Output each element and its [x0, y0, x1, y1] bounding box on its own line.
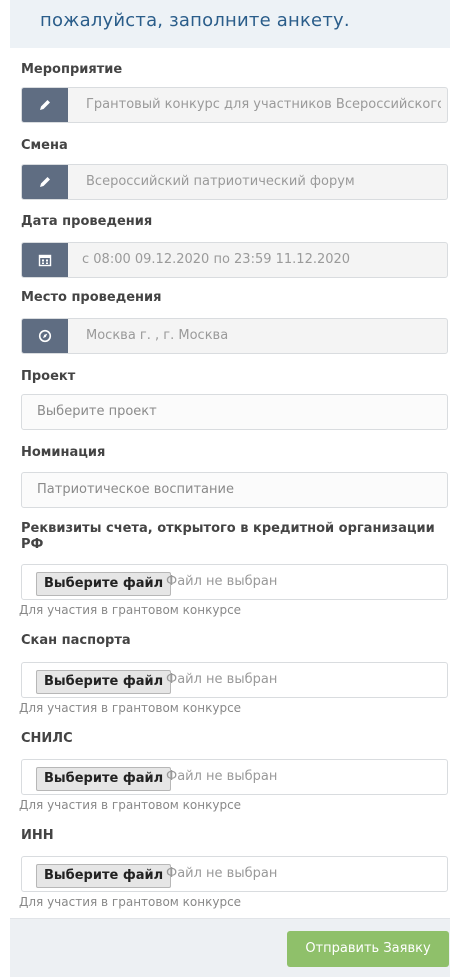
inn-label: ИНН	[21, 828, 54, 843]
choose-file-button[interactable]: Выберите файл	[36, 670, 172, 694]
shift-field: Всероссийский патриотический форум	[21, 164, 448, 200]
shift-label: Смена	[21, 138, 68, 153]
pencil-icon	[22, 88, 68, 122]
snils-file-input[interactable]: Выберите файл Файл не выбран	[21, 759, 448, 795]
project-select[interactable]: Выберите проект	[21, 394, 448, 430]
file-status: Файл не выбран	[166, 672, 278, 687]
snils-hint: Для участия в грантовом конкурсе	[19, 798, 242, 812]
event-label: Мероприятие	[21, 62, 123, 77]
nomination-value: Патриотическое воспитание	[37, 482, 234, 497]
date-label: Дата проведения	[21, 214, 153, 229]
date-field: с 08:00 09.12.2020 по 23:59 11.12.2020	[21, 242, 448, 278]
submit-application-button[interactable]: Отправить Заявку	[287, 931, 449, 967]
place-value: Москва г. , г. Москва	[86, 328, 229, 343]
file-status: Файл не выбран	[166, 574, 278, 589]
place-label: Место проведения	[21, 290, 162, 305]
date-value: с 08:00 09.12.2020 по 23:59 11.12.2020	[82, 252, 351, 267]
inn-file-input[interactable]: Выберите файл Файл не выбран	[21, 856, 448, 892]
inn-hint: Для участия в грантовом конкурсе	[19, 895, 242, 909]
event-field: Грантовый конкурс для участников Всеросс…	[21, 87, 448, 123]
shift-value: Всероссийский патриотический форум	[86, 174, 355, 189]
calendar-icon	[22, 243, 68, 277]
requisites-file-input[interactable]: Выберите файл Файл не выбран	[21, 564, 448, 600]
file-status: Файл не выбран	[166, 769, 278, 784]
project-placeholder: Выберите проект	[37, 404, 157, 419]
nomination-select[interactable]: Патриотическое воспитание	[21, 472, 448, 508]
place-field: Москва г. , г. Москва	[21, 318, 448, 354]
file-status: Файл не выбран	[166, 866, 278, 881]
requisites-label: Реквизиты счета, открытого в кредитной о…	[21, 521, 435, 552]
event-value: Грантовый конкурс для участников Всеросс…	[86, 97, 441, 112]
choose-file-button[interactable]: Выберите файл	[36, 572, 172, 596]
nomination-label: Номинация	[21, 445, 106, 460]
passport-hint: Для участия в грантовом конкурсе	[19, 701, 242, 715]
project-label: Проект	[21, 369, 76, 384]
choose-file-button[interactable]: Выберите файл	[36, 767, 172, 791]
form-title: пожалуйста, заполните анкету.	[40, 10, 350, 31]
requisites-hint: Для участия в грантовом конкурсе	[19, 603, 242, 617]
location-icon	[22, 319, 68, 353]
pencil-icon	[22, 165, 68, 199]
choose-file-button[interactable]: Выберите файл	[36, 864, 172, 888]
passport-file-input[interactable]: Выберите файл Файл не выбран	[21, 662, 448, 698]
passport-label: Скан паспорта	[21, 633, 131, 648]
snils-label: СНИЛС	[21, 731, 73, 746]
